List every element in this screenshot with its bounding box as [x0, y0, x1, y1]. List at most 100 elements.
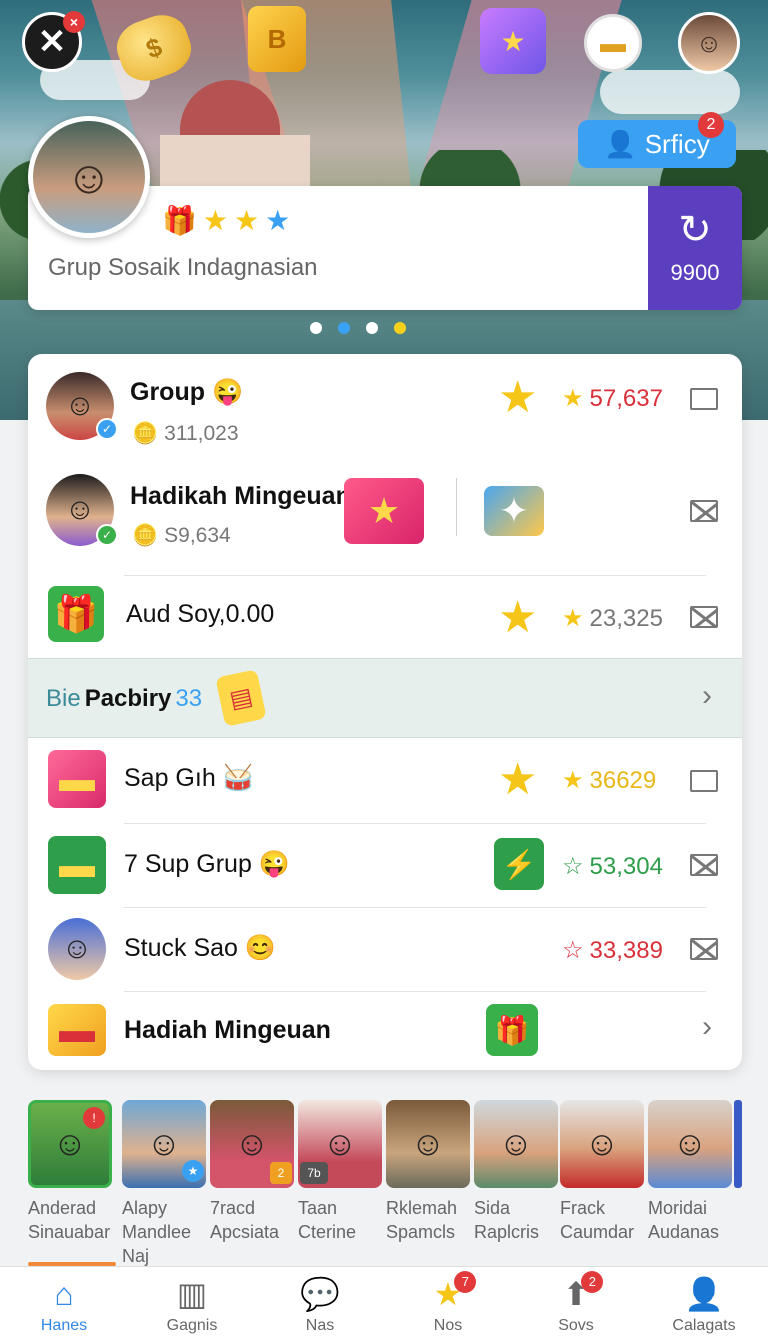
checkbox-icon[interactable]	[690, 770, 718, 792]
row-title: Aud Soy,0.00	[126, 600, 275, 628]
row-title: Stuck Sao 😊	[124, 934, 277, 962]
friend-photo: ☺ 2	[210, 1100, 294, 1188]
side-score: 9900	[670, 260, 720, 285]
list-item[interactable]: ▬ Sap Gıh 🥁 ★ ★ 36629	[28, 738, 742, 824]
row-title: Hadikah Mingeuan	[130, 482, 351, 510]
row-subtitle: 🪙 311,023	[132, 422, 239, 445]
nav-label: Nas	[305, 1316, 335, 1334]
mail-icon[interactable]	[690, 938, 718, 960]
list-item[interactable]: ☺ Stuck Sao 😊 ☆ 33,389	[28, 908, 742, 992]
home-icon: ⌂	[54, 1275, 74, 1312]
coin-icon: 🪙	[132, 524, 159, 547]
nav-profile[interactable]: 👤 Calagats	[640, 1267, 768, 1344]
carousel-dot[interactable]	[366, 322, 378, 334]
mail-icon[interactable]	[690, 606, 718, 628]
follow-button[interactable]: 👤 Srficy 2	[578, 112, 736, 168]
nav-home[interactable]: ⌂ Hanes	[0, 1267, 128, 1344]
group-list: ☺ ✓ Group 😜 🪙 311,023 ★ ★ 57,637 ☺ ✓ Hadikah…	[28, 354, 742, 1070]
carousel-dot[interactable]	[394, 322, 406, 334]
chest-icon[interactable]: ▬	[584, 14, 642, 72]
row-value: ☆ 53,304	[562, 852, 663, 881]
cloud	[600, 70, 740, 114]
friend-item[interactable]: ☺ Sida Raplcris	[474, 1100, 558, 1244]
row-title: Hadiah Mingeuan	[124, 1016, 331, 1044]
emoji-icon: 😜	[258, 850, 290, 878]
gift-box-icon: ★	[344, 478, 424, 544]
nav-games[interactable]: ▥ Gagnis	[128, 1267, 256, 1344]
nav-label: Gagnis	[166, 1316, 218, 1334]
row-value: ★ 36629	[562, 766, 657, 795]
refresh-icon: ↻	[678, 208, 712, 252]
star-icon: ★	[562, 605, 584, 632]
nav-badge: 7	[454, 1270, 477, 1293]
character-avatar: ☺	[48, 918, 106, 980]
friend-item[interactable]: ☺ 7b Taan Cterine	[298, 1100, 382, 1244]
friend-photo: ☺	[648, 1100, 732, 1188]
group-name: Grup Sosaik Indagnasian	[48, 254, 318, 281]
carousel-dot[interactable]	[338, 322, 350, 334]
treasure-chest-icon: ▬	[48, 750, 106, 808]
close-button[interactable]: ✕ ×	[22, 11, 85, 72]
friend-name: Anderad Sinauabar	[28, 1198, 111, 1242]
coin-icon: 🪙	[132, 422, 159, 445]
chevron-right-icon: ›	[702, 679, 712, 712]
star-badge-icon: ★	[182, 1160, 204, 1182]
friend-item[interactable]: ☺ ! Anderad Sinauabar	[28, 1100, 112, 1244]
friend-name: Moridai Audanas	[648, 1198, 720, 1242]
user-avatar[interactable]: ☺	[678, 12, 740, 74]
rocket-icon: ⬆ 2	[563, 1270, 604, 1311]
friend-item[interactable]: ☺ Moridai Audanas	[648, 1100, 732, 1244]
friend-badge: 2	[270, 1162, 292, 1184]
chart-icon: ▥	[176, 1275, 208, 1312]
ticket-icon: ▤	[215, 669, 267, 727]
list-item[interactable]: ▬ 7 Sup Grup 😜 ⚡ ☆ 53,304	[28, 824, 742, 908]
friend-name: Alapy Mandlee Naj	[122, 1198, 192, 1266]
friend-strip: ☺ ! Anderad Sinauabar ☺ ★ Alapy Mandlee …	[28, 1100, 768, 1266]
friend-photo: ☺ 7b	[298, 1100, 382, 1188]
friend-item[interactable]: ☺ ★ Alapy Mandlee Naj	[122, 1100, 206, 1268]
nav-news[interactable]: ★ 7 Nos	[384, 1267, 512, 1344]
checkbox-icon[interactable]	[690, 388, 718, 410]
row-title: Group 😜	[130, 378, 244, 406]
refresh-panel[interactable]: ↻ 9900	[648, 186, 742, 310]
nav-label: Hanes	[40, 1316, 88, 1334]
friend-item[interactable]: ☺ Frack Caumdar	[560, 1100, 644, 1244]
list-item[interactable]: ☺ ✓ Group 😜 🪙 311,023 ★ ★ 57,637	[28, 354, 742, 464]
promo-banner-row[interactable]: Bie Pacbiry 33 ▤ ›	[28, 658, 742, 738]
star-icon: ★	[562, 385, 584, 412]
mail-icon[interactable]	[690, 854, 718, 876]
list-item[interactable]: ☺ ✓ Hadikah Mingeuan 🪙 S9,634 ★ ✦	[28, 464, 742, 576]
row-title: Sap Gıh 🥁	[124, 764, 254, 792]
mail-icon[interactable]	[690, 500, 718, 522]
friend-name: Frack Caumdar	[560, 1198, 635, 1242]
friend-name: Sida Raplcris	[474, 1198, 540, 1242]
row-value: ☆ 33,389	[562, 936, 663, 965]
lightning-box-icon: ⚡	[494, 838, 544, 890]
row-title: 7 Sup Grup 😜	[124, 850, 290, 878]
friend-item[interactable]: ☺ Rklemah Spamcls	[386, 1100, 470, 1244]
group-avatar[interactable]: ☺	[28, 116, 150, 238]
drum-icon: 🥁	[222, 764, 254, 792]
row-value: ★ 23,325	[562, 604, 663, 633]
friend-item[interactable]: ☺ 2 7racd Apcsiata	[210, 1100, 294, 1244]
nav-badge: 2	[581, 1270, 604, 1293]
nav-sovs[interactable]: ⬆ 2 Sovs	[512, 1267, 640, 1344]
palace-illustration	[160, 80, 310, 195]
book-icon[interactable]: B	[248, 6, 306, 72]
list-item[interactable]: 🎁 Aud Soy,0.00 ★ ★ 23,325	[28, 576, 742, 658]
friend-photo: ☺	[474, 1100, 558, 1188]
divider	[456, 478, 457, 536]
nav-chat[interactable]: 💬 Nas	[256, 1267, 384, 1344]
gift-icon[interactable]: ★	[480, 8, 546, 74]
friend-photo: ☺	[386, 1100, 470, 1188]
friend-photo: ☺	[560, 1100, 644, 1188]
carousel-dot[interactable]	[310, 322, 322, 334]
list-item[interactable]: ▬ Hadiah Mingeuan 🎁 ›	[28, 992, 742, 1070]
scroll-peek	[734, 1100, 742, 1188]
nav-label: Sovs	[558, 1316, 594, 1334]
star-icon: ★	[498, 755, 538, 804]
badge-icon: ✓	[96, 524, 118, 546]
user-icon: 👤	[604, 128, 637, 159]
star-outline-icon: ☆	[562, 937, 584, 964]
follow-badge: 2	[698, 112, 724, 138]
